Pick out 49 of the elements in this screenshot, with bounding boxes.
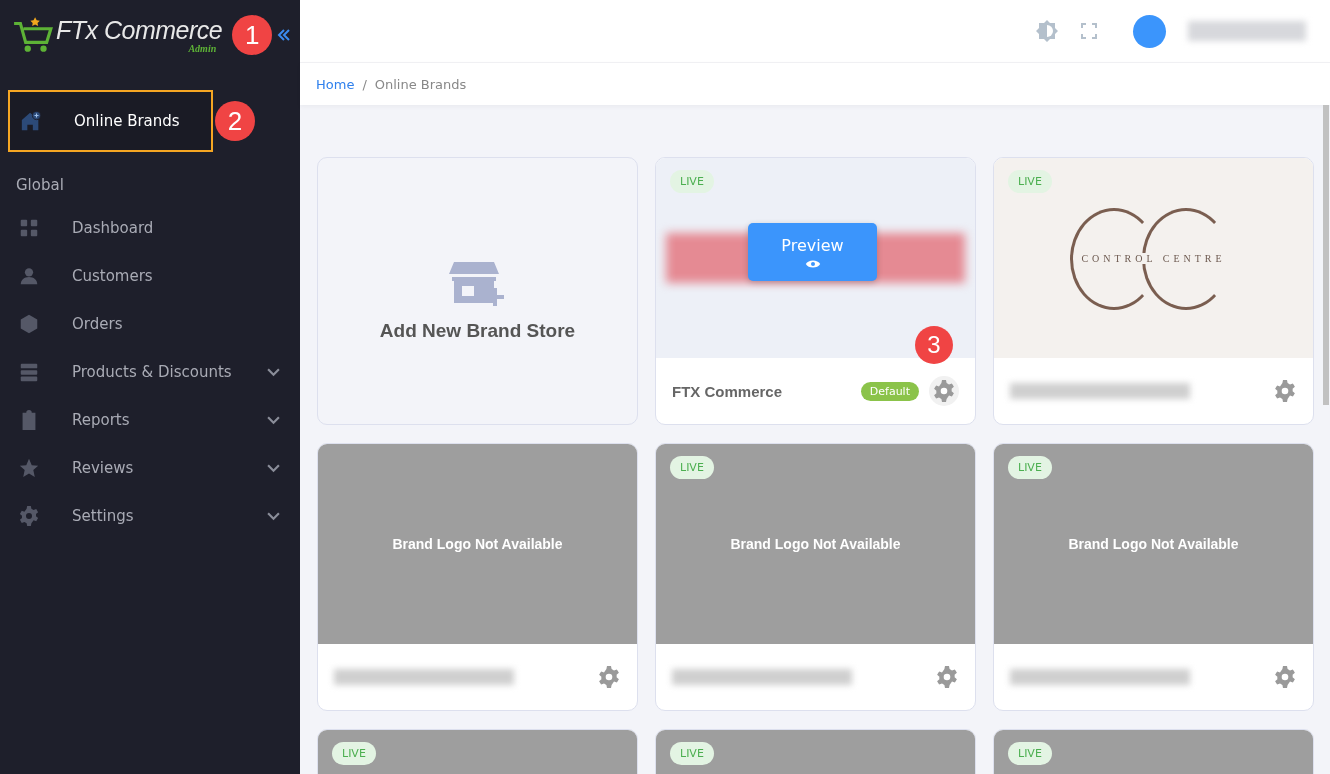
callout-marker: 1	[232, 15, 273, 55]
star-icon	[18, 457, 40, 479]
cube-icon	[18, 313, 40, 335]
live-badge: LIVE	[1008, 456, 1052, 479]
live-badge: LIVE	[1008, 742, 1052, 765]
sidebar-item[interactable]: Orders	[0, 300, 300, 348]
no-logo-message: Brand Logo Not Available	[392, 536, 563, 552]
sidebar-item[interactable]: Dashboard	[0, 204, 300, 252]
breadcrumb-link[interactable]: Home	[316, 76, 355, 92]
settings-icon[interactable]	[1273, 665, 1297, 689]
add-store-label: Add New Brand Store	[379, 320, 576, 342]
fullscreen-icon[interactable]	[1081, 23, 1097, 39]
breadcrumb-separator: /	[362, 76, 367, 92]
sidebar-item[interactable]: Reviews	[0, 444, 300, 492]
add-store-card[interactable]: Add New Brand Store	[317, 157, 638, 425]
house-plus-icon	[20, 110, 42, 132]
scrollbar[interactable]	[1323, 105, 1329, 405]
settings-icon[interactable]	[1273, 379, 1297, 403]
no-logo-message: Brand Logo Not Available	[730, 536, 901, 552]
section-heading: Global	[15, 175, 65, 196]
logo-subtitle: Admin	[188, 42, 217, 54]
live-badge: LIVE	[1008, 170, 1052, 193]
live-badge: LIVE	[332, 742, 376, 765]
settings-icon[interactable]	[935, 665, 959, 689]
gear-icon	[18, 505, 40, 527]
brand-name: FTX Commerce	[672, 382, 784, 400]
logo-text: FTx Commerce	[56, 16, 223, 43]
avatar[interactable]	[1133, 14, 1166, 48]
live-badge: LIVE	[670, 170, 714, 193]
eye-icon	[804, 258, 821, 269]
sidebar-item[interactable]: Customers	[0, 252, 300, 300]
online-brands-item[interactable]: Online Brands	[8, 90, 213, 152]
no-logo-message: Brand Logo Not Available	[1068, 536, 1239, 552]
breadcrumb-current: Online Brands	[374, 76, 467, 92]
cart-logo-icon	[12, 17, 54, 53]
brightness-icon[interactable]	[1035, 19, 1059, 43]
settings-icon[interactable]	[929, 376, 959, 406]
live-badge: LIVE	[670, 456, 714, 479]
stack-icon	[18, 361, 40, 383]
sidebar-item[interactable]: Settings	[0, 492, 300, 540]
sidebar-item[interactable]: Reports	[0, 396, 300, 444]
settings-icon[interactable]	[597, 665, 621, 689]
grid-icon	[18, 217, 40, 239]
collapse-icon[interactable]	[276, 27, 293, 43]
live-badge: LIVE	[670, 742, 714, 765]
person-icon	[18, 265, 40, 287]
sidebar-item[interactable]: Products & Discounts	[0, 348, 300, 396]
callout-marker: 2	[215, 101, 255, 141]
default-badge: Default	[860, 381, 919, 401]
